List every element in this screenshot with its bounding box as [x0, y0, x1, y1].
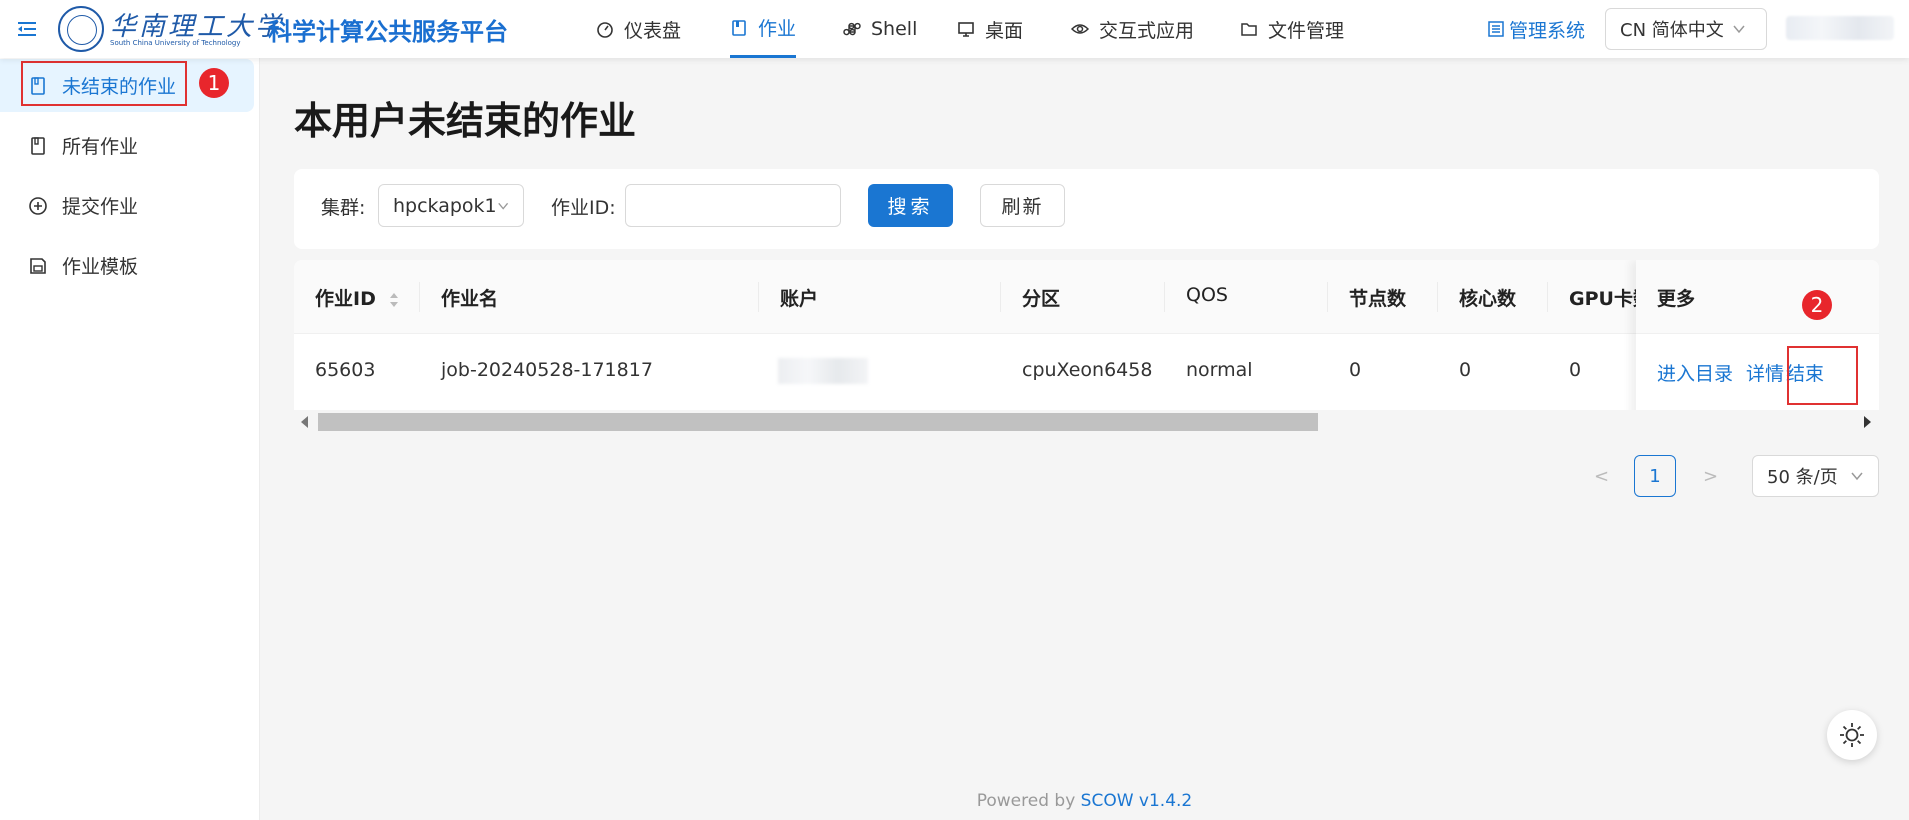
cell-partition: cpuXeon6458	[1022, 359, 1153, 381]
column-divider	[1437, 282, 1438, 312]
nav-interactive-apps[interactable]: 交互式应用	[1071, 0, 1194, 58]
col-qos: QOS	[1186, 284, 1228, 306]
col-account: 账户	[780, 288, 819, 310]
chevron-down-icon	[1733, 25, 1745, 34]
job-id-input[interactable]	[625, 184, 841, 227]
book-icon	[31, 136, 45, 155]
chevron-down-icon	[497, 202, 508, 210]
page-size-value: 50 条/页	[1767, 467, 1838, 488]
folder-icon	[1241, 23, 1257, 36]
jobs-table: 作业ID 作业名 账户 分区 QOS 节点数 核心数 GPU卡数 65603 j…	[294, 260, 1879, 434]
column-divider	[419, 282, 420, 312]
dashboard-icon	[597, 22, 613, 38]
pagination-next-icon[interactable]: >	[1703, 466, 1718, 487]
plus-circle-icon	[29, 196, 47, 215]
save-icon	[30, 257, 46, 274]
sort-icon[interactable]	[388, 290, 400, 310]
scroll-right-icon[interactable]	[1864, 416, 1871, 428]
col-more: 更多	[1657, 288, 1696, 310]
sidebar-item-submit-job[interactable]: 提交作业	[0, 179, 254, 232]
command-icon	[843, 22, 861, 36]
more-column-header: 更多	[1636, 260, 1879, 334]
annotation-badge-1: 1	[199, 68, 229, 98]
col-cores: 核心数	[1459, 288, 1517, 310]
cluster-select[interactable]: hpckapok1	[378, 184, 524, 227]
enter-directory-link[interactable]: 进入目录	[1657, 359, 1733, 386]
nav-dashboard[interactable]: 仪表盘	[596, 0, 681, 58]
scroll-left-icon[interactable]	[301, 416, 308, 428]
eye-icon	[1071, 24, 1089, 34]
pagination-prev-icon[interactable]: <	[1594, 466, 1609, 487]
nav-file-manager[interactable]: 文件管理	[1240, 0, 1344, 58]
details-link[interactable]: 详情	[1746, 359, 1784, 386]
col-job-id[interactable]: 作业ID	[315, 284, 400, 311]
horizontal-scrollbar[interactable]	[294, 410, 1879, 434]
cell-job-name: job-20240528-171817	[441, 359, 653, 381]
scrollbar-thumb[interactable]	[318, 413, 1318, 431]
footer: Powered by SCOW v1.4.2	[0, 791, 1909, 811]
university-name-en: South China University of Technology	[110, 39, 241, 47]
annotation-highlight-box	[1787, 346, 1858, 405]
list-icon	[1488, 21, 1504, 37]
university-name-cn: 华南理工大学	[110, 12, 285, 42]
language-value: CN 简体中文	[1620, 20, 1724, 41]
filter-form: 集群: hpckapok1 作业ID: 搜索 刷新	[294, 169, 1879, 249]
cell-account-blurred	[778, 358, 868, 384]
book-icon	[732, 19, 746, 36]
column-divider	[758, 282, 759, 312]
annotation-highlight-box	[21, 61, 187, 106]
user-avatar-blurred[interactable]	[1786, 16, 1894, 40]
annotation-badge-2: 2	[1802, 290, 1832, 320]
platform-title[interactable]: 科学计算公共服务平台	[268, 12, 508, 47]
cluster-value: hpckapok1	[393, 194, 497, 217]
admin-system-link[interactable]: 管理系统	[1487, 0, 1585, 58]
column-divider	[1000, 282, 1001, 312]
nav-interactive-apps-label: 交互式应用	[1099, 19, 1195, 42]
nav-shell[interactable]: Shell	[843, 0, 917, 58]
col-partition: 分区	[1022, 288, 1061, 310]
col-job-name: 作业名	[441, 288, 499, 310]
nav-desktop-label: 桌面	[985, 19, 1024, 42]
theme-toggle-button[interactable]	[1827, 710, 1877, 760]
column-divider	[1164, 282, 1165, 312]
sidebar-item-all-jobs[interactable]: 所有作业	[0, 119, 254, 172]
page-title: 本用户未结束的作业	[294, 99, 637, 143]
language-select[interactable]: CN 简体中文	[1605, 8, 1767, 50]
cell-nodes: 0	[1349, 359, 1362, 381]
cell-qos: normal	[1186, 359, 1253, 381]
refresh-button[interactable]: 刷新	[980, 184, 1065, 227]
nav-desktop[interactable]: 桌面	[957, 0, 1023, 58]
sidebar-item-label: 所有作业	[62, 136, 139, 158]
chevron-down-icon	[1851, 472, 1863, 481]
desktop-icon	[958, 22, 974, 37]
sun-icon	[1840, 723, 1864, 747]
menu-fold-icon[interactable]	[16, 18, 38, 40]
top-header: 华南理工大学 South China University of Technol…	[0, 0, 1909, 58]
cell-gpus: 0	[1569, 359, 1582, 381]
sidebar-item-job-templates[interactable]: 作业模板	[0, 239, 254, 292]
cell-cores: 0	[1459, 359, 1472, 381]
pagination-page[interactable]: 1	[1634, 455, 1676, 497]
nav-file-manager-label: 文件管理	[1268, 19, 1345, 42]
nav-dashboard-label: 仪表盘	[624, 19, 682, 42]
job-id-label: 作业ID:	[551, 197, 616, 219]
cluster-label: 集群:	[321, 197, 366, 219]
scow-version-link[interactable]: SCOW v1.4.2	[1081, 791, 1193, 811]
sidebar-item-label: 提交作业	[62, 196, 139, 218]
footer-prefix: Powered by	[976, 791, 1076, 811]
admin-system-label: 管理系统	[1509, 19, 1586, 42]
university-seal-logo	[58, 6, 104, 52]
sidebar: 未结束的作业 所有作业 提交作业 作业模板	[0, 58, 260, 820]
col-nodes: 节点数	[1349, 288, 1407, 310]
cell-job-id: 65603	[315, 359, 376, 381]
sidebar-item-label: 作业模板	[62, 256, 139, 278]
nav-jobs-label: 作业	[758, 18, 797, 40]
search-button[interactable]: 搜索	[868, 184, 953, 227]
nav-shell-label: Shell	[871, 18, 918, 40]
column-divider	[1547, 282, 1548, 312]
nav-jobs[interactable]: 作业	[730, 0, 797, 58]
column-divider	[1327, 282, 1328, 312]
page-size-select[interactable]: 50 条/页	[1752, 455, 1879, 497]
